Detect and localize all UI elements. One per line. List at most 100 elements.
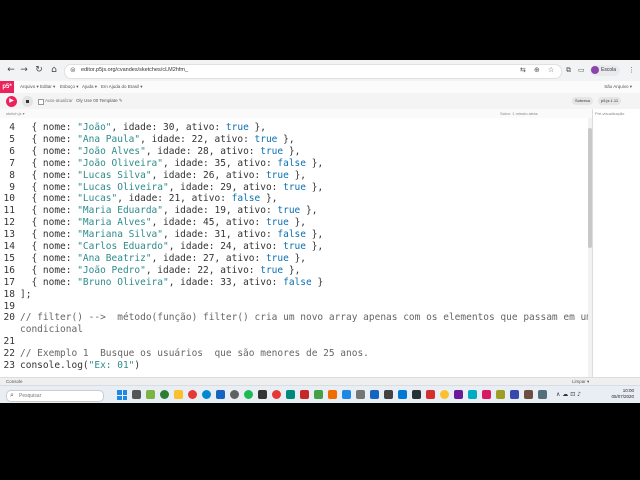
- code-line[interactable]: 14 { nome: "Carlos Eduardo", idade: 24, …: [0, 241, 590, 253]
- terminal-icon[interactable]: [412, 390, 421, 399]
- code-text: { nome: "Ana Beatriz", idade: 27, ativo:…: [20, 252, 307, 264]
- app-icon-orange[interactable]: [328, 390, 337, 399]
- code-line[interactable]: 8 { nome: "Lucas Silva", idade: 26, ativ…: [0, 170, 590, 182]
- menu-help[interactable]: Ajuda ▾: [82, 84, 97, 90]
- code-line[interactable]: 7 { nome: "João Oliveira", idade: 35, at…: [0, 158, 590, 170]
- code-line[interactable]: 20 // filter() --> método(função) filter(…: [0, 312, 592, 324]
- music-app-icon[interactable]: [160, 390, 169, 399]
- app-icon-brown[interactable]: [524, 390, 533, 399]
- home-icon[interactable]: ⌂: [47, 65, 61, 75]
- code-line[interactable]: 11 { nome: "Maria Eduarda", idade: 19, a…: [0, 205, 590, 217]
- forward-icon[interactable]: →: [17, 65, 31, 75]
- code-line[interactable]: 16 { nome: "João Pedro", idade: 22, ativ…: [0, 265, 590, 277]
- chrome-profile-icon[interactable]: [272, 390, 281, 399]
- settings-app-icon[interactable]: [230, 390, 239, 399]
- app-icon-dark-2[interactable]: [384, 390, 393, 399]
- app-icon-purple[interactable]: [454, 390, 463, 399]
- more-menu-icon[interactable]: ⋮: [628, 66, 635, 74]
- taskbar-search[interactable]: ⌕ Pesquisar: [6, 390, 104, 402]
- translate-icon[interactable]: ⇆: [520, 66, 526, 74]
- address-bar[interactable]: ⊜ editor.p5js.org/cvandes/sketches/cLM2h…: [64, 64, 562, 79]
- settings-button[interactable]: Sobreca: [572, 97, 593, 105]
- back-icon[interactable]: ←: [4, 65, 18, 75]
- clock[interactable]: 10:00 05/07/2020: [604, 388, 634, 400]
- code-line[interactable]: 5 { nome: "Ana Paula", idade: 22, ativo:…: [0, 134, 590, 146]
- libreoffice-icon[interactable]: [300, 390, 309, 399]
- code-line[interactable]: 6 { nome: "João Alves", idade: 28, ativo…: [0, 146, 590, 158]
- language-menu[interactable]: São Arquivo ▾: [604, 84, 632, 90]
- vscode-icon[interactable]: [398, 390, 407, 399]
- code-line[interactable]: 12 { nome: "Maria Alves", idade: 45, ati…: [0, 217, 590, 229]
- saved-status: Salvo: 1 minuto atrás: [500, 111, 538, 116]
- app-icon-gray[interactable]: [356, 390, 365, 399]
- version-button[interactable]: p5.js 1.11: [598, 97, 622, 105]
- p5-logo[interactable]: p5*: [0, 81, 14, 93]
- menu-file[interactable]: Arquivo ▾: [20, 84, 39, 90]
- code-line[interactable]: 19: [0, 301, 590, 313]
- play-button[interactable]: ▶: [6, 96, 17, 107]
- site-info-icon[interactable]: ⊜: [70, 66, 76, 74]
- console-label[interactable]: Console: [6, 379, 23, 384]
- app-icon-indigo[interactable]: [510, 390, 519, 399]
- code-line[interactable]: 23 console.log("Ex: 01"): [0, 360, 590, 372]
- app-icon-pink[interactable]: [482, 390, 491, 399]
- chrome-icon-2[interactable]: [440, 390, 449, 399]
- code-line[interactable]: 18];: [0, 289, 590, 301]
- store-icon[interactable]: [216, 390, 225, 399]
- word-icon[interactable]: [370, 390, 379, 399]
- app-icon-slate[interactable]: [538, 390, 547, 399]
- bookmark-star-icon[interactable]: ☆: [548, 66, 554, 74]
- task-view-icon[interactable]: [132, 390, 141, 399]
- code-line[interactable]: condicional: [0, 324, 590, 336]
- code-line[interactable]: 17 { nome: "Bruno Oliveira", idade: 33, …: [0, 277, 590, 289]
- autorun-label: Auto-atualizar: [45, 98, 73, 103]
- app-icon-red[interactable]: [426, 390, 435, 399]
- autorun-checkbox[interactable]: [38, 99, 44, 105]
- code-text: { nome: "Lucas Silva", idade: 26, ativo:…: [20, 169, 307, 181]
- code-text: { nome: "João", idade: 30, ativo: true }…: [20, 122, 266, 133]
- code-text: // Exemplo 1 Busque os usuários que são …: [20, 348, 369, 360]
- code-line[interactable]: 13 { nome: "Mariana Silva", idade: 31, a…: [0, 229, 590, 241]
- app-icon-teal[interactable]: [286, 390, 295, 399]
- code-text: { nome: "Maria Alves", idade: 45, ativo:…: [20, 217, 307, 229]
- menu-edit[interactable]: Editar ▾: [40, 84, 55, 90]
- code-line[interactable]: 4 { nome: "João", idade: 30, ativo: true…: [0, 122, 590, 134]
- code-text: { nome: "João Oliveira", idade: 35, ativ…: [20, 157, 324, 169]
- spotify-icon[interactable]: [244, 390, 253, 399]
- preview-label: Pré-visualização: [595, 111, 625, 116]
- edge-icon[interactable]: [202, 390, 211, 399]
- profile-button[interactable]: Escola: [590, 65, 620, 76]
- zoom-icon[interactable]: ⊕: [534, 66, 540, 74]
- app-icon-dark[interactable]: [258, 390, 267, 399]
- line-number: 23: [3, 360, 15, 371]
- chrome-icon[interactable]: [188, 390, 197, 399]
- app-icon-cyan[interactable]: [468, 390, 477, 399]
- scrollbar-thumb[interactable]: [588, 128, 592, 248]
- stop-button[interactable]: [22, 96, 33, 107]
- start-button[interactable]: [117, 390, 127, 400]
- code-editor[interactable]: 4 { nome: "João", idade: 30, ativo: true…: [0, 118, 592, 378]
- system-tray[interactable]: ∧ ☁ ⊡ ♪: [556, 391, 581, 398]
- widgets-icon[interactable]: [146, 390, 155, 399]
- app-icon-lime[interactable]: [496, 390, 505, 399]
- editor-scrollbar[interactable]: [588, 118, 592, 378]
- line-number: 12: [3, 217, 15, 229]
- file-explorer-icon[interactable]: [174, 390, 183, 399]
- line-number: 7: [9, 157, 15, 169]
- app-icon-blue[interactable]: [342, 390, 351, 399]
- sketch-name[interactable]: Oly Use 00 Template ✎: [76, 98, 123, 104]
- sidebar-icon[interactable]: ▭: [578, 66, 585, 74]
- code-text: { nome: "João Alves", idade: 28, ativo: …: [20, 145, 301, 157]
- extensions-icon[interactable]: ⧉: [566, 66, 571, 75]
- code-line[interactable]: 22 // Exemplo 1 Busque os usuários que sã…: [0, 348, 590, 360]
- code-line[interactable]: 9 { nome: "Lucas Oliveira", idade: 29, a…: [0, 182, 590, 194]
- file-tab[interactable]: sketch.js ▾: [6, 111, 25, 116]
- code-line[interactable]: 15 { nome: "Ana Beatriz", idade: 27, ati…: [0, 253, 590, 265]
- app-icon-green[interactable]: [314, 390, 323, 399]
- code-line[interactable]: 10 { nome: "Lucas", idade: 21, ativo: fa…: [0, 193, 590, 205]
- code-line[interactable]: 21: [0, 336, 590, 348]
- menu-sketch[interactable]: Esboço ▾: [60, 84, 79, 90]
- search-placeholder: Pesquisar: [19, 393, 42, 399]
- reload-icon[interactable]: ↻: [32, 65, 46, 75]
- menu-extra[interactable]: Em Ajuda do Brasil ▾: [101, 84, 143, 90]
